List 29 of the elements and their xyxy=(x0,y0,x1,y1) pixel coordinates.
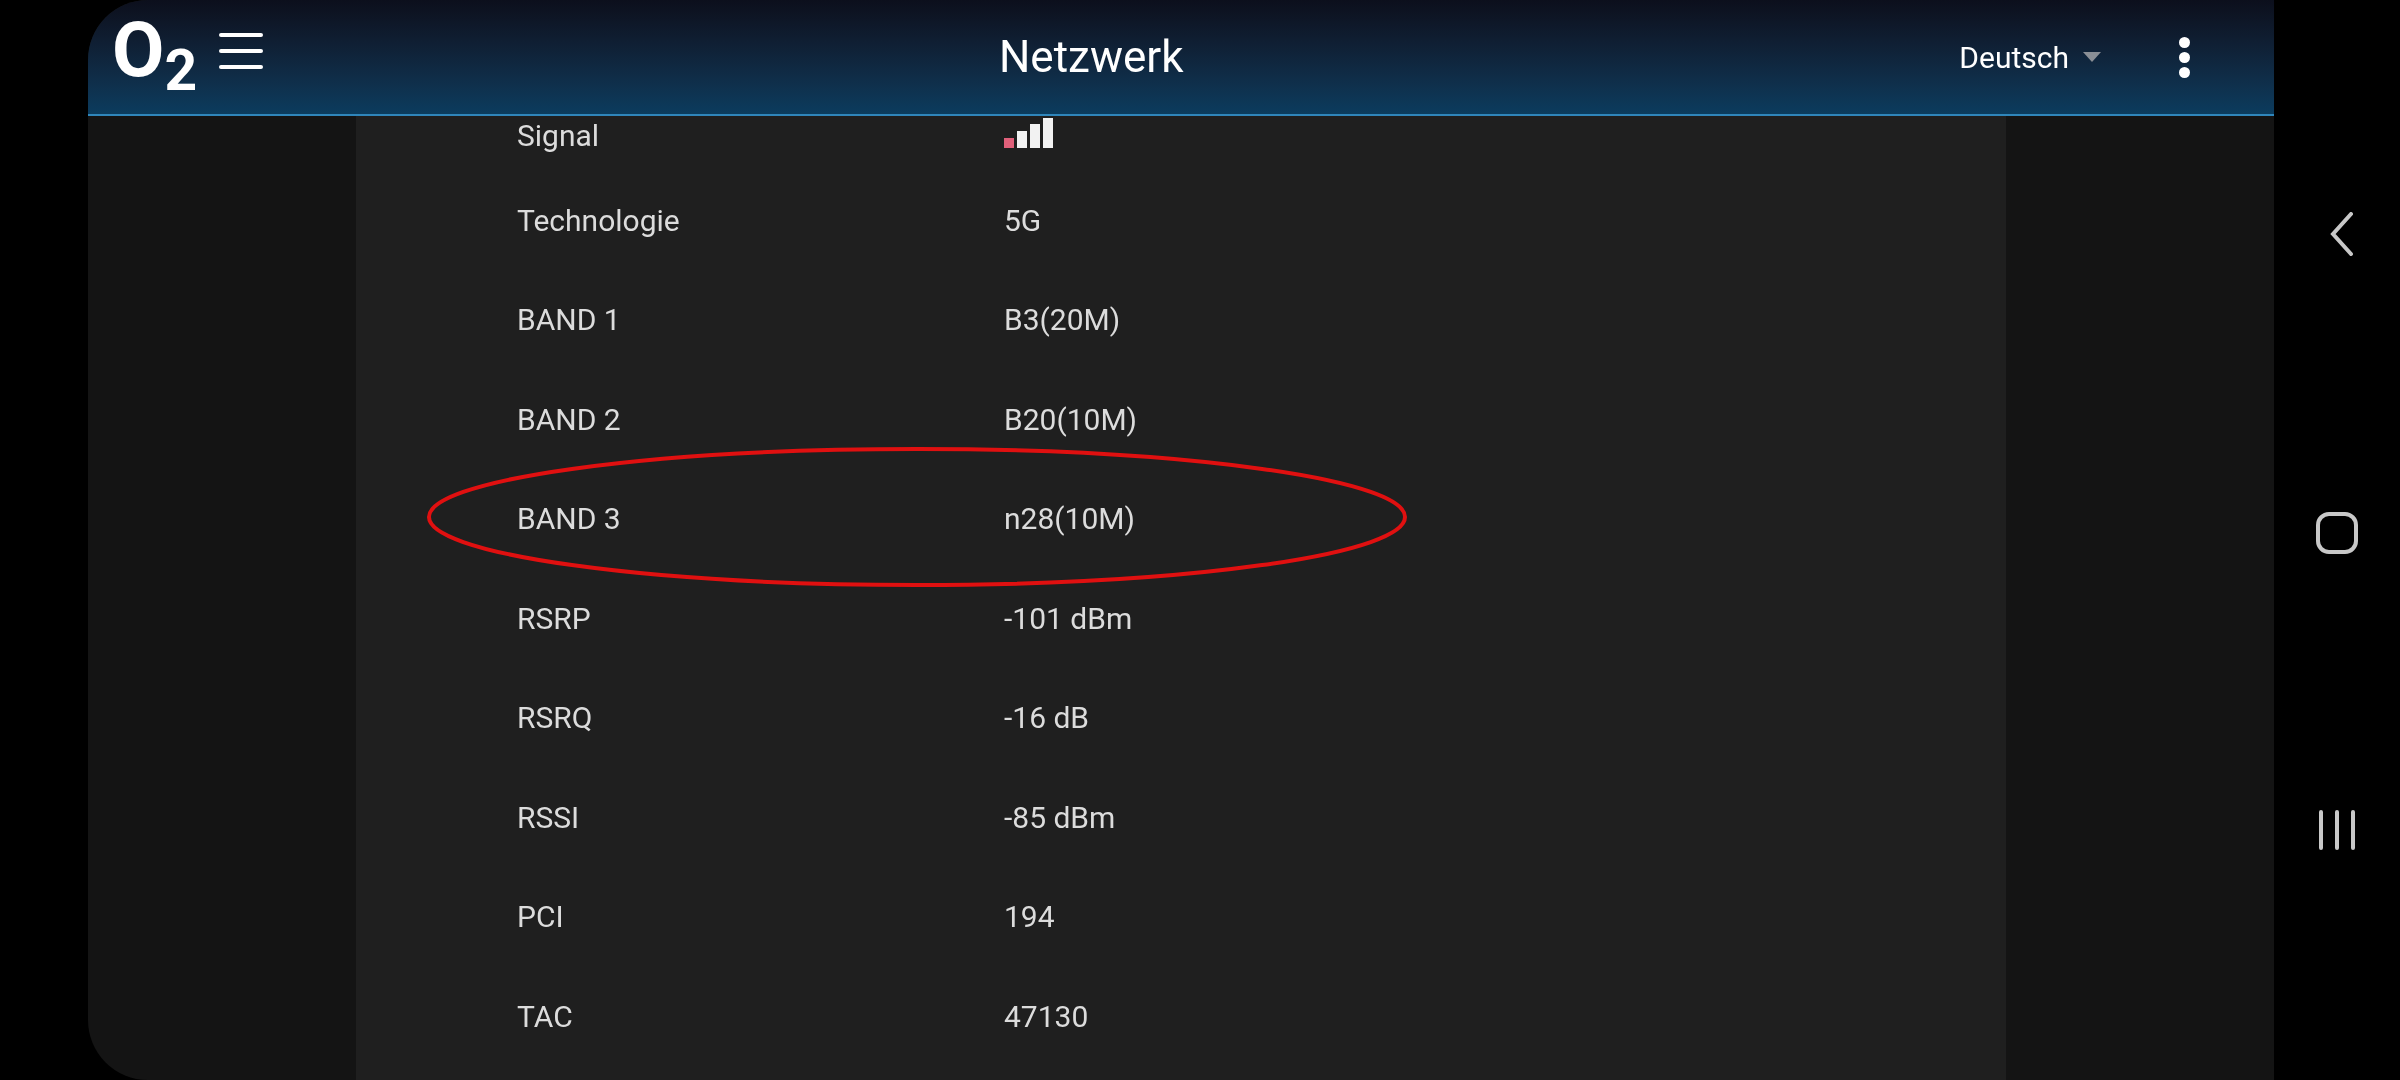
row-value: 194 xyxy=(1004,899,1055,936)
row-label: RSSI xyxy=(517,799,580,835)
row-value: -85 dBm xyxy=(1004,799,1116,836)
row-value: -16 dB xyxy=(1004,700,1090,737)
row-label: TAC xyxy=(517,998,573,1034)
row-value: 5G xyxy=(1004,202,1042,239)
row-value: 47130 xyxy=(1004,998,1089,1035)
home-icon[interactable] xyxy=(2316,512,2358,554)
caret-icon xyxy=(2083,52,2101,62)
row-label: RSRQ xyxy=(517,700,593,736)
more-icon[interactable] xyxy=(2179,36,2190,78)
language-dropdown[interactable]: Deutsch xyxy=(1959,34,2101,80)
row-label: Technologie xyxy=(517,202,680,238)
menu-icon[interactable] xyxy=(219,33,264,69)
row-label: RSRP xyxy=(517,600,591,636)
row-value: n28(10M) xyxy=(1004,501,1135,538)
row-label: PCI xyxy=(517,899,564,935)
row-label: BAND 2 xyxy=(517,401,621,437)
row-label: BAND 3 xyxy=(517,501,621,537)
row-label: BAND 1 xyxy=(517,302,621,338)
back-icon[interactable] xyxy=(2330,212,2354,256)
row-value: -101 dBm xyxy=(1004,600,1133,637)
recent-apps-icon[interactable] xyxy=(2318,810,2356,850)
page-title: Netzwerk xyxy=(998,30,1184,85)
row-value: B20(10M) xyxy=(1004,401,1138,438)
row-value: B3(20M) xyxy=(1004,302,1121,339)
row-label: Signal xyxy=(517,118,600,153)
signal-bars-icon xyxy=(1004,118,1054,148)
logo: O$_{2}$ xyxy=(112,12,198,88)
